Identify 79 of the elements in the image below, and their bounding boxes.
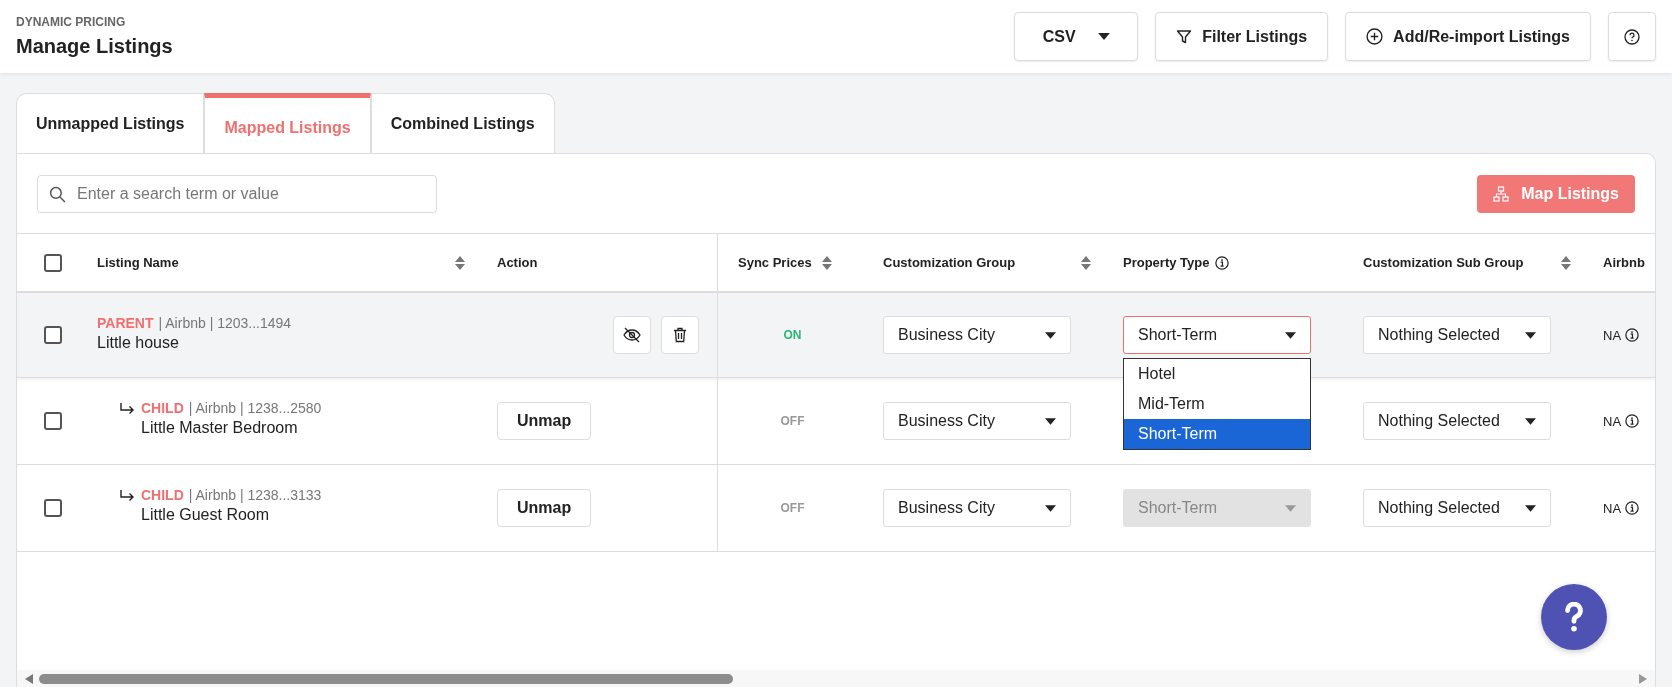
tab[interactable]: Unmapped Listings xyxy=(16,93,205,153)
group-dropdown[interactable]: Business City xyxy=(883,402,1071,440)
sync-status: OFF xyxy=(780,414,805,428)
help-button[interactable] xyxy=(1608,12,1656,61)
dropdown-option[interactable]: Hotel xyxy=(1124,359,1310,389)
caret-icon xyxy=(1045,417,1056,425)
hide-button[interactable] xyxy=(613,316,651,354)
section-label: DYNAMIC PRICING xyxy=(16,15,127,29)
child-arrow-icon xyxy=(119,490,135,502)
scroll-left-icon[interactable] xyxy=(25,674,33,684)
column-header: Sync Prices xyxy=(738,255,812,270)
property-type-dropdown[interactable]: Short-Term xyxy=(1123,316,1311,354)
listing-tag: PARENT xyxy=(97,315,154,331)
listing-name: Little Master Bedroom xyxy=(141,419,299,437)
sort-icon[interactable] xyxy=(1561,255,1571,270)
tab[interactable]: Combined Listings xyxy=(370,93,555,153)
unmap-button[interactable]: Unmap xyxy=(497,402,592,440)
select-all-checkbox[interactable] xyxy=(44,253,62,272)
caret-icon xyxy=(1045,331,1056,339)
listing-meta: | Airbnb | 1238...3133 xyxy=(188,487,322,503)
column-header: Customization Sub Group xyxy=(1363,255,1524,270)
horizontal-scrollbar[interactable] xyxy=(17,670,1655,687)
filter-button[interactable]: Filter Listings xyxy=(1155,12,1329,61)
export-dropdown[interactable]: CSV xyxy=(1014,12,1139,61)
info-icon xyxy=(1625,501,1640,515)
caret-icon xyxy=(1525,417,1536,425)
airbnb-value: NA xyxy=(1603,413,1622,429)
child-arrow-icon xyxy=(119,403,135,415)
scroll-right-icon[interactable] xyxy=(1639,674,1647,684)
caret-icon xyxy=(1097,33,1110,40)
search-field[interactable]: Enter a search term or value xyxy=(37,174,437,213)
question-mark-icon xyxy=(1563,602,1585,632)
help-chat-button[interactable] xyxy=(1541,584,1607,650)
caret-icon xyxy=(1285,331,1296,339)
row-checkbox[interactable] xyxy=(44,499,62,517)
row-checkbox[interactable] xyxy=(44,326,62,344)
airbnb-value: NA xyxy=(1603,327,1622,343)
delete-button[interactable] xyxy=(661,316,699,354)
eye-slash-icon xyxy=(623,327,641,343)
caret-icon xyxy=(1525,331,1536,339)
column-header: Customization Group xyxy=(883,255,1016,270)
column-header: Listing Name xyxy=(97,255,179,270)
caret-icon xyxy=(1525,504,1536,512)
info-icon xyxy=(1625,328,1640,342)
sort-icon[interactable] xyxy=(1081,255,1091,270)
info-icon xyxy=(1625,414,1640,428)
listing-tag: CHILD xyxy=(141,487,184,503)
group-dropdown[interactable]: Business City xyxy=(883,316,1071,354)
column-header: Airbnb xyxy=(1603,255,1645,270)
sub-group-dropdown[interactable]: Nothing Selected xyxy=(1363,489,1551,527)
sync-status: ON xyxy=(783,328,802,342)
filter-icon xyxy=(1176,28,1193,45)
dropdown-option[interactable]: Mid-Term xyxy=(1124,389,1310,419)
row-checkbox[interactable] xyxy=(44,412,62,430)
plus-circle-icon xyxy=(1366,28,1384,45)
caret-icon xyxy=(1285,504,1296,512)
listing-name: Little house xyxy=(97,334,180,352)
listing-meta: | Airbnb | 1203...1494 xyxy=(158,315,292,331)
listing-name: Little Guest Room xyxy=(141,506,271,524)
help-icon xyxy=(1624,28,1640,45)
page-title: Manage Listings xyxy=(16,35,173,58)
sub-group-dropdown[interactable]: Nothing Selected xyxy=(1363,402,1551,440)
listing-meta: | Airbnb | 1238...2580 xyxy=(188,400,322,416)
listing-tag: CHILD xyxy=(141,400,184,416)
sitemap-icon xyxy=(1493,185,1510,202)
column-header: Action xyxy=(497,255,538,270)
airbnb-value: NA xyxy=(1603,500,1622,516)
dropdown-option[interactable]: Short-Term xyxy=(1124,419,1310,449)
info-icon xyxy=(1215,255,1230,270)
trash-icon xyxy=(673,327,687,343)
group-dropdown[interactable]: Business City xyxy=(883,489,1071,527)
sync-status: OFF xyxy=(780,501,805,515)
sort-icon[interactable] xyxy=(821,255,832,270)
column-header: Property Type xyxy=(1123,255,1210,270)
caret-icon xyxy=(1045,504,1056,512)
sort-icon[interactable] xyxy=(455,255,465,270)
unmap-button[interactable]: Unmap xyxy=(497,489,592,527)
add-listings-button[interactable]: Add/Re-import Listings xyxy=(1345,12,1591,61)
sub-group-dropdown[interactable]: Nothing Selected xyxy=(1363,316,1551,354)
